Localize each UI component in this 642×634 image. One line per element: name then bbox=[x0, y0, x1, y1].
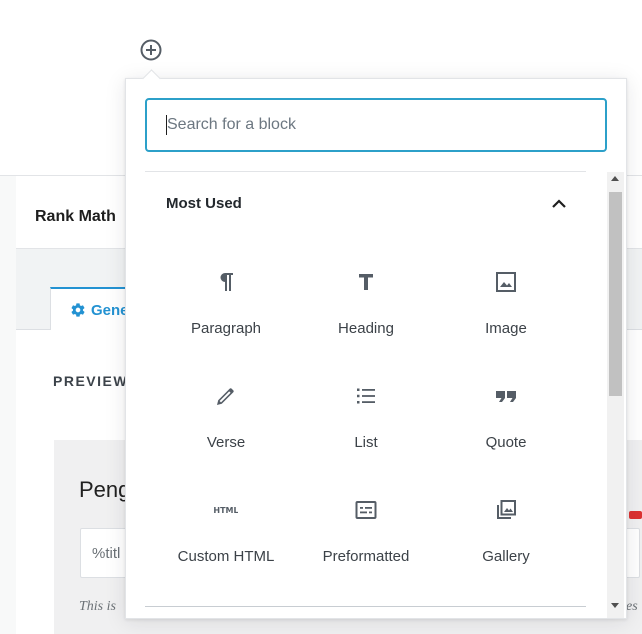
block-verse[interactable]: Verse bbox=[156, 366, 296, 470]
block-image[interactable]: Image bbox=[436, 252, 576, 356]
scrollbar-thumb[interactable] bbox=[609, 192, 622, 396]
block-label: Preformatted bbox=[322, 548, 410, 565]
image-icon bbox=[496, 272, 516, 292]
block-custom-html[interactable]: HTML Custom HTML bbox=[156, 480, 296, 584]
paragraph-icon bbox=[220, 273, 233, 291]
preview-label: PREVIEW bbox=[53, 373, 129, 389]
pencil-icon bbox=[217, 388, 234, 405]
rank-math-title: Rank Math bbox=[35, 208, 116, 225]
block-list[interactable]: List bbox=[296, 366, 436, 470]
block-heading[interactable]: Heading bbox=[296, 252, 436, 356]
html-icon: HTML bbox=[214, 506, 238, 515]
gallery-icon bbox=[497, 500, 516, 519]
panel-title: Most Used bbox=[166, 195, 242, 212]
heading-icon bbox=[359, 274, 373, 290]
preview-note-right: es bbox=[626, 599, 638, 614]
search-wrap bbox=[145, 98, 607, 152]
block-search-input[interactable] bbox=[145, 98, 607, 152]
preformatted-icon bbox=[355, 501, 377, 519]
add-block-button[interactable] bbox=[139, 38, 163, 62]
block-label: Paragraph bbox=[190, 320, 262, 337]
block-label: Heading bbox=[338, 320, 394, 337]
block-label: List bbox=[354, 434, 378, 451]
block-label: Gallery bbox=[482, 548, 530, 565]
panel-divider-bottom bbox=[145, 606, 586, 607]
preview-note: This is bbox=[79, 599, 116, 614]
quote-icon bbox=[496, 391, 516, 402]
preview-card-title: Peng bbox=[79, 477, 131, 502]
block-quote[interactable]: Quote bbox=[436, 366, 576, 470]
block-paragraph[interactable]: Paragraph bbox=[156, 252, 296, 356]
block-label: Custom HTML bbox=[177, 548, 275, 565]
block-inserter-popover: Most Used Paragraph Heading Image Verse bbox=[125, 78, 627, 619]
block-gallery[interactable]: Gallery bbox=[436, 480, 576, 584]
block-label: Verse bbox=[206, 434, 246, 451]
plus-circle-icon bbox=[140, 39, 162, 61]
length-indicator bbox=[629, 511, 642, 519]
chevron-up-icon bbox=[552, 199, 566, 208]
svg-text:HTML: HTML bbox=[214, 506, 238, 515]
panel-collapse-button[interactable] bbox=[549, 194, 569, 214]
block-preformatted[interactable]: Preformatted bbox=[296, 480, 436, 584]
block-label: Quote bbox=[485, 434, 527, 451]
scroll-up-arrow-icon[interactable] bbox=[611, 176, 619, 181]
scroll-down-arrow-icon[interactable] bbox=[611, 603, 619, 608]
list-icon bbox=[357, 388, 375, 404]
title-template-value: %titl bbox=[92, 545, 121, 562]
block-label: Image bbox=[485, 320, 527, 337]
gear-icon bbox=[71, 303, 85, 317]
text-caret bbox=[166, 115, 167, 135]
tab-general-label: Gene bbox=[91, 302, 129, 319]
